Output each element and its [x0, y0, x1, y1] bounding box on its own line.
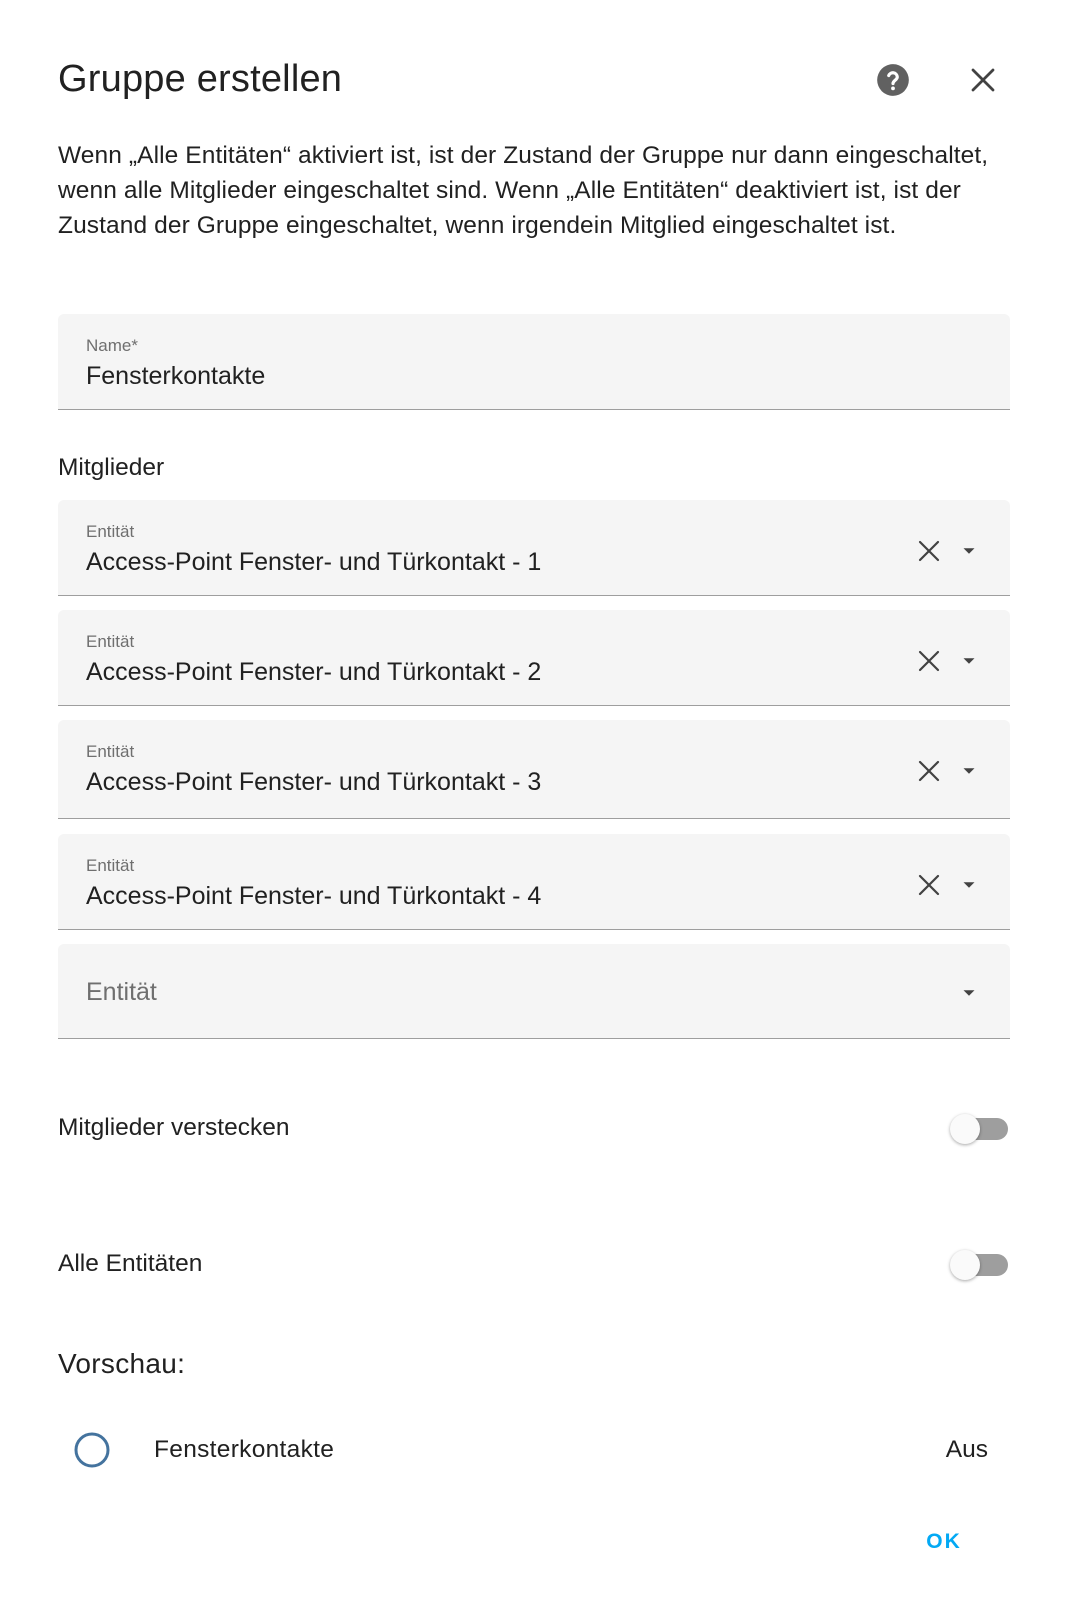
entity-picker-4[interactable]: Entität Access-Point Fenster- und Türkon…: [58, 834, 1010, 930]
name-field-label: Name*: [86, 336, 138, 355]
entity-picker-empty[interactable]: Entität: [58, 944, 1010, 1039]
menu-down-icon: [963, 990, 975, 996]
entity-placeholder-label: Entität: [86, 978, 157, 1006]
help-circle-icon: [877, 64, 909, 96]
ok-button[interactable]: OK: [914, 1520, 974, 1564]
hide-members-label: Mitglieder verstecken: [58, 1114, 290, 1141]
entity-value[interactable]: Access-Point Fenster- und Türkontakt - 4: [86, 882, 541, 911]
entity-value[interactable]: Access-Point Fenster- und Türkontakt - 1: [86, 548, 541, 577]
entity-label: Entität: [86, 522, 135, 541]
preview-title: Vorschau:: [58, 1348, 186, 1379]
all-entities-label: Alle Entitäten: [58, 1250, 203, 1277]
entity-value[interactable]: Access-Point Fenster- und Türkontakt - 3: [86, 768, 541, 797]
entity-dropdown-button[interactable]: [954, 646, 984, 676]
preview-entity-name: Fensterkontakte: [154, 1436, 335, 1463]
entity-dropdown-button[interactable]: [954, 870, 984, 900]
clear-icon: [918, 760, 940, 782]
dialog-header: Gruppe erstellen: [58, 50, 1018, 110]
dialog-title: Gruppe erstellen: [58, 58, 343, 100]
close-button[interactable]: [963, 60, 1003, 100]
entity-dropdown-button[interactable]: [954, 756, 984, 786]
entity-picker-1[interactable]: Entität Access-Point Fenster- und Türkon…: [58, 500, 1010, 596]
menu-down-icon: [963, 768, 975, 774]
entity-label: Entität: [86, 742, 135, 761]
hide-members-row: Mitglieder verstecken: [58, 1104, 1018, 1154]
clear-icon: [918, 650, 940, 672]
close-icon: [971, 68, 995, 92]
entity-dropdown-button[interactable]: [954, 978, 984, 1008]
clear-entity-button[interactable]: [914, 646, 944, 676]
clear-icon: [918, 874, 940, 896]
clear-icon: [918, 540, 940, 562]
entity-dropdown-button[interactable]: [954, 536, 984, 566]
menu-down-icon: [963, 882, 975, 888]
clear-entity-button[interactable]: [914, 756, 944, 786]
hide-members-switch[interactable]: [950, 1114, 1010, 1144]
menu-down-icon: [963, 658, 975, 664]
entity-label: Entität: [86, 632, 135, 651]
switch-thumb: [950, 1114, 980, 1144]
members-label: Mitglieder: [58, 454, 165, 481]
dialog-description: Wenn „Alle Entitäten“ aktiviert ist, ist…: [58, 142, 989, 239]
name-field[interactable]: Name* Fensterkontakte: [58, 314, 1010, 410]
menu-down-icon: [963, 548, 975, 554]
clear-entity-button[interactable]: [914, 536, 944, 566]
circle-outline-icon: [74, 1432, 110, 1468]
all-entities-switch[interactable]: [950, 1250, 1010, 1280]
preview-entity-row[interactable]: Fensterkontakte Aus: [58, 1420, 1018, 1480]
preview-entity-state: Aus: [945, 1436, 988, 1463]
group-create-dialog: Gruppe erstellen Wenn „Alle Entitäten“ a…: [0, 0, 1074, 1600]
entity-picker-3[interactable]: Entität Access-Point Fenster- und Türkon…: [58, 720, 1010, 819]
clear-entity-button[interactable]: [914, 870, 944, 900]
all-entities-row: Alle Entitäten: [58, 1240, 1018, 1290]
name-field-value[interactable]: Fensterkontakte: [86, 362, 265, 391]
switch-thumb: [950, 1250, 980, 1280]
help-button[interactable]: [873, 60, 913, 100]
entity-label: Entität: [86, 856, 135, 875]
entity-picker-2[interactable]: Entität Access-Point Fenster- und Türkon…: [58, 610, 1010, 706]
entity-value[interactable]: Access-Point Fenster- und Türkontakt - 2: [86, 658, 541, 687]
